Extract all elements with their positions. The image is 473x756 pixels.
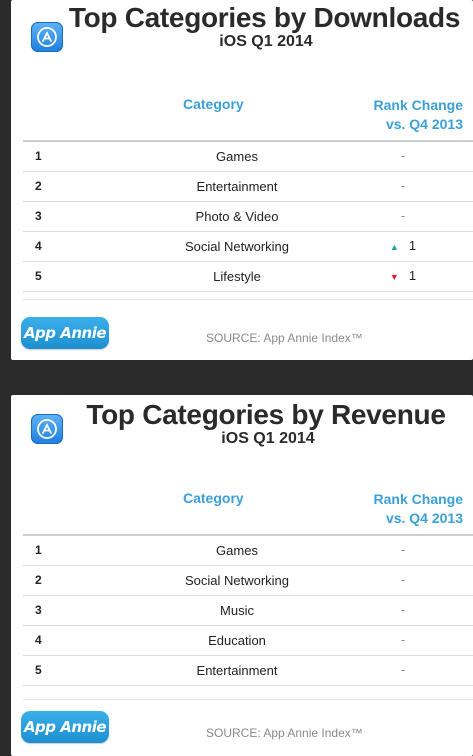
rank-change-period: vs. Q4 2013: [385, 116, 463, 132]
rank-cell: 4: [35, 633, 42, 647]
category-cell: Music: [220, 603, 254, 618]
table-row: 5 Lifestyle ▼ 1: [23, 262, 473, 292]
table-row: 1 Games -: [23, 142, 473, 172]
rank-change-cell: ▼ 1: [373, 268, 433, 283]
category-cell: Education: [208, 633, 266, 648]
category-cell: Social Networking: [184, 573, 290, 588]
rank-cell: 3: [35, 209, 42, 223]
rank-cell: 2: [35, 179, 42, 193]
triangle-up-icon: ▲: [389, 242, 399, 252]
category-cell: Games: [216, 543, 258, 558]
rank-change-cell: -: [373, 602, 433, 617]
column-header-rank-change: Rank Change vs. Q4 2013: [374, 490, 463, 528]
rank-cell: 1: [35, 543, 42, 557]
rank-change-value: -: [400, 542, 406, 557]
column-header-rank-change: Rank Change vs. Q4 2013: [374, 96, 463, 134]
triangle-down-icon: ▼: [389, 272, 399, 282]
category-cell: Lifestyle: [213, 269, 261, 284]
source-note: SOURCE: App Annie Index™: [206, 331, 363, 345]
table-row: 5 Entertainment -: [23, 656, 473, 686]
rank-change-value: -: [400, 178, 406, 193]
rank-change-cell: -: [373, 208, 433, 223]
category-cell: Photo & Video: [195, 209, 279, 224]
rank-change-cell: ▲ 1: [373, 238, 433, 253]
downloads-table: 1 Games - 2 Entertainment - 3 Photo & Vi…: [23, 140, 473, 292]
table-row: 2 Social Networking -: [23, 566, 473, 596]
table-row: 3 Music -: [23, 596, 473, 626]
rank-change-value: -: [400, 662, 406, 677]
page-title: Top Categories by Downloads: [68, 2, 461, 33]
rank-cell: 4: [35, 239, 42, 253]
rank-change-value: -: [400, 208, 406, 223]
rank-change-period: vs. Q4 2013: [385, 510, 463, 526]
rank-change-cell: -: [373, 632, 433, 647]
rank-change-label: Rank Change: [373, 491, 463, 507]
rank-cell: 3: [35, 603, 42, 617]
rank-cell: 5: [35, 269, 42, 283]
table-row: 3 Photo & Video -: [23, 202, 473, 232]
rank-change-cell: -: [373, 572, 433, 587]
table-row: 1 Games -: [23, 536, 473, 566]
footer-divider: [23, 699, 473, 700]
rank-change-value: -: [400, 632, 406, 647]
rank-cell: 2: [35, 573, 42, 587]
category-cell: Entertainment: [196, 179, 278, 194]
footer-divider: [23, 299, 473, 300]
app-annie-logo[interactable]: App Annie: [21, 711, 109, 743]
rank-change-value: 1: [408, 238, 417, 253]
table-row: 4 Education -: [23, 626, 473, 656]
revenue-card: Top Categories by Revenue iOS Q1 2014 Ca…: [11, 395, 473, 756]
app-annie-logo[interactable]: App Annie: [21, 317, 109, 349]
rank-change-label: Rank Change: [373, 97, 463, 113]
rank-change-value: -: [400, 148, 406, 163]
column-header-category: Category: [183, 96, 244, 112]
rank-change-cell: -: [373, 178, 433, 193]
rank-cell: 1: [35, 149, 42, 163]
table-row: 4 Social Networking ▲ 1: [23, 232, 473, 262]
rank-cell: 5: [35, 663, 42, 677]
source-note: SOURCE: App Annie Index™: [206, 726, 363, 740]
category-cell: Social Networking: [184, 239, 290, 254]
page-title: Top Categories by Revenue: [86, 399, 446, 430]
column-header-category: Category: [183, 490, 244, 506]
category-cell: Games: [216, 149, 258, 164]
rank-change-value: 1: [408, 268, 417, 283]
rank-change-cell: -: [373, 662, 433, 677]
rank-change-cell: -: [373, 542, 433, 557]
page-subtitle: iOS Q1 2014: [221, 430, 315, 447]
revenue-table: 1 Games - 2 Social Networking - 3 Music …: [23, 534, 473, 686]
page-subtitle: iOS Q1 2014: [219, 33, 313, 50]
table-row: 2 Entertainment -: [23, 172, 473, 202]
downloads-card: Top Categories by Downloads iOS Q1 2014 …: [11, 0, 473, 360]
rank-change-cell: -: [373, 148, 433, 163]
rank-change-value: -: [400, 572, 406, 587]
rank-change-value: -: [400, 602, 406, 617]
category-cell: Entertainment: [196, 663, 278, 678]
